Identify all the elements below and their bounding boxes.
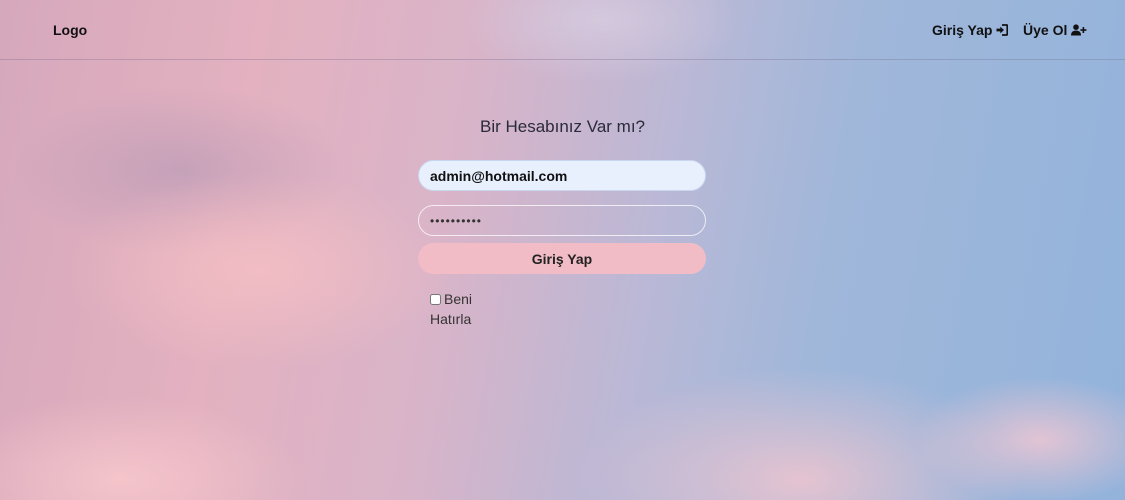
login-form-title: Bir Hesabınız Var mı?	[479, 117, 646, 136]
sign-in-icon	[996, 24, 1009, 36]
email-field[interactable]	[418, 160, 706, 191]
register-nav-link[interactable]: Üye Ol	[1023, 22, 1087, 38]
user-plus-icon	[1071, 24, 1087, 36]
password-field[interactable]	[418, 205, 706, 236]
remember-me[interactable]: Beni Hatırla	[430, 289, 480, 329]
top-navbar: Logo Giriş Yap Üye Ol	[0, 0, 1125, 60]
logo-link[interactable]: Logo	[53, 22, 87, 38]
login-nav-label: Giriş Yap	[932, 22, 993, 38]
login-nav-link[interactable]: Giriş Yap	[932, 22, 1009, 38]
login-submit-button[interactable]: Giriş Yap	[418, 243, 706, 274]
register-nav-label: Üye Ol	[1023, 22, 1068, 38]
remember-me-checkbox[interactable]	[430, 294, 441, 305]
